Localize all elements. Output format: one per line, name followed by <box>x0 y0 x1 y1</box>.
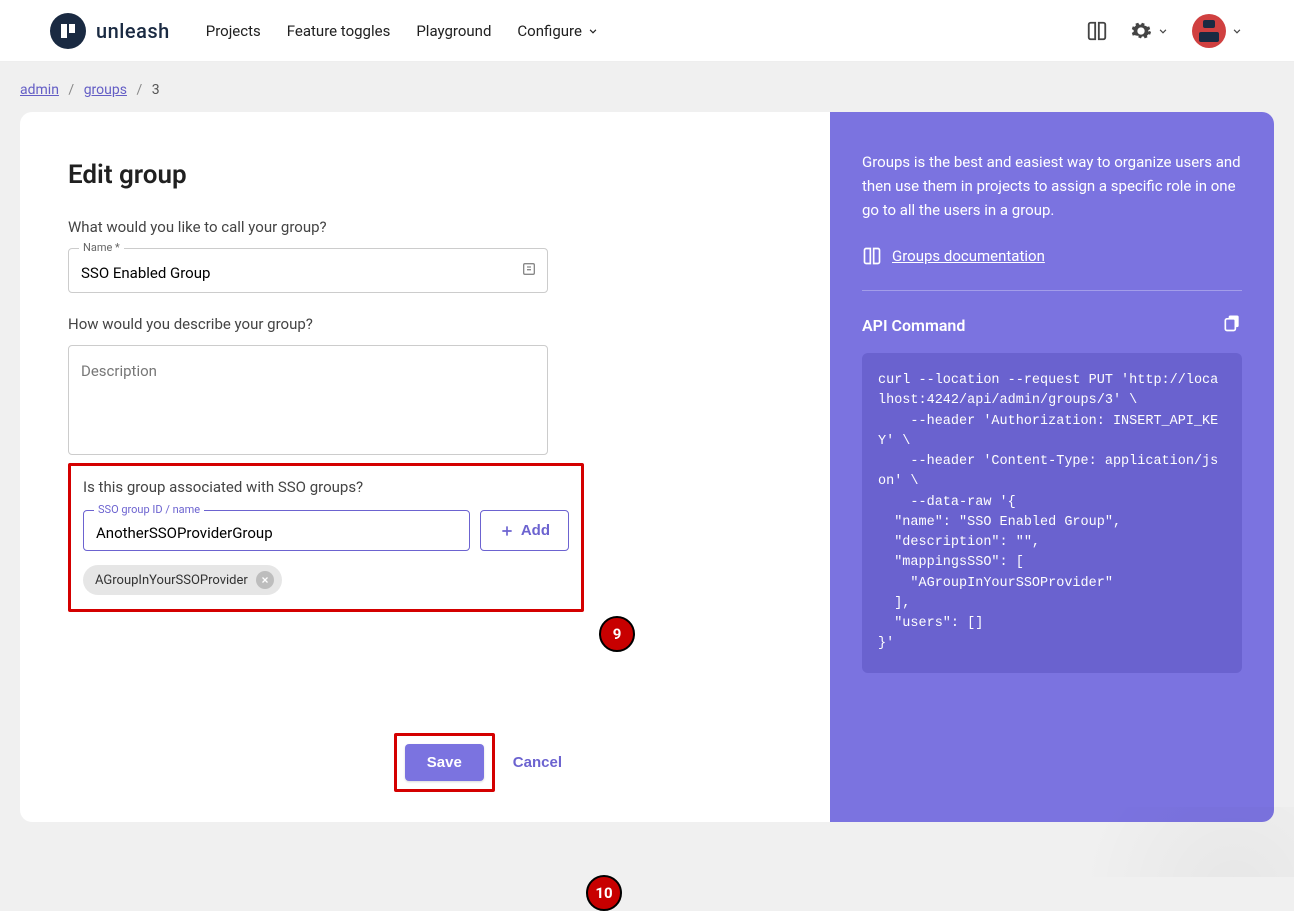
breadcrumb-admin[interactable]: admin <box>20 82 59 98</box>
logo-icon <box>50 13 86 49</box>
book-icon <box>862 246 882 266</box>
side-description: Groups is the best and easiest way to or… <box>862 150 1242 222</box>
nav-configure[interactable]: Configure <box>517 22 600 40</box>
nav-projects[interactable]: Projects <box>206 22 261 40</box>
sso-field-wrap: SSO group ID / name <box>83 510 470 551</box>
plus-icon <box>499 523 515 539</box>
name-input[interactable] <box>81 264 535 282</box>
nav-playground[interactable]: Playground <box>416 22 491 40</box>
api-code[interactable]: curl --location --request PUT 'http://lo… <box>862 353 1242 673</box>
nav-configure-label: Configure <box>517 22 582 40</box>
cancel-button[interactable]: Cancel <box>513 754 562 771</box>
doc-link-row: Groups documentation <box>862 246 1242 266</box>
docs-icon[interactable] <box>1086 20 1108 42</box>
breadcrumb: admin / groups / 3 <box>0 62 1294 112</box>
breadcrumb-sep: / <box>68 82 74 98</box>
copy-icon[interactable] <box>1222 313 1242 337</box>
autofill-icon[interactable] <box>521 261 537 281</box>
logo[interactable]: unleash <box>50 13 170 49</box>
step-badge-10: 10 <box>586 875 622 911</box>
settings-menu[interactable] <box>1130 20 1170 42</box>
desc-question: How would you describe your group? <box>68 315 782 333</box>
topbar-right <box>1086 14 1244 48</box>
save-highlight: Save <box>394 733 495 792</box>
user-menu[interactable] <box>1192 14 1244 48</box>
page-title: Edit group <box>68 160 782 190</box>
step-badge-9: 9 <box>599 616 635 652</box>
avatar <box>1192 14 1226 48</box>
brand-text: unleash <box>96 19 170 43</box>
side-panel: Groups is the best and easiest way to or… <box>830 112 1274 822</box>
breadcrumb-current: 3 <box>152 82 160 98</box>
chevron-down-icon <box>1230 24 1244 38</box>
save-button[interactable]: Save <box>405 744 484 781</box>
chip-label: AGroupInYourSSOProvider <box>95 573 248 588</box>
form-actions: Save Cancel <box>68 733 782 792</box>
topbar: unleash Projects Feature toggles Playgro… <box>0 0 1294 62</box>
sso-input[interactable] <box>96 524 457 542</box>
name-label: Name * <box>79 241 124 254</box>
form-card: Edit group What would you like to call y… <box>20 112 830 822</box>
content: Edit group What would you like to call y… <box>0 112 1294 822</box>
sso-chips: AGroupInYourSSOProvider <box>83 565 569 595</box>
chevron-down-icon <box>1156 24 1170 38</box>
breadcrumb-groups[interactable]: groups <box>84 82 127 98</box>
add-label: Add <box>521 522 550 539</box>
breadcrumb-sep: / <box>136 82 142 98</box>
api-title: API Command <box>862 316 965 335</box>
name-field-wrap: Name * <box>68 248 548 293</box>
chip-remove-icon[interactable] <box>256 571 274 589</box>
api-header: API Command <box>862 313 1242 337</box>
nav-toggles[interactable]: Feature toggles <box>287 22 391 40</box>
desc-field-wrap <box>68 345 548 455</box>
sso-section: Is this group associated with SSO groups… <box>68 463 584 612</box>
sso-chip: AGroupInYourSSOProvider <box>83 565 282 595</box>
side-divider <box>862 290 1242 291</box>
name-question: What would you like to call your group? <box>68 218 782 236</box>
desc-input[interactable] <box>81 362 535 442</box>
gear-icon <box>1130 20 1152 42</box>
main-nav: Projects Feature toggles Playground Conf… <box>206 22 600 40</box>
sso-question: Is this group associated with SSO groups… <box>83 478 569 496</box>
sso-label: SSO group ID / name <box>94 503 204 516</box>
docs-link[interactable]: Groups documentation <box>892 247 1045 265</box>
chevron-down-icon <box>586 24 600 38</box>
add-button[interactable]: Add <box>480 510 569 551</box>
